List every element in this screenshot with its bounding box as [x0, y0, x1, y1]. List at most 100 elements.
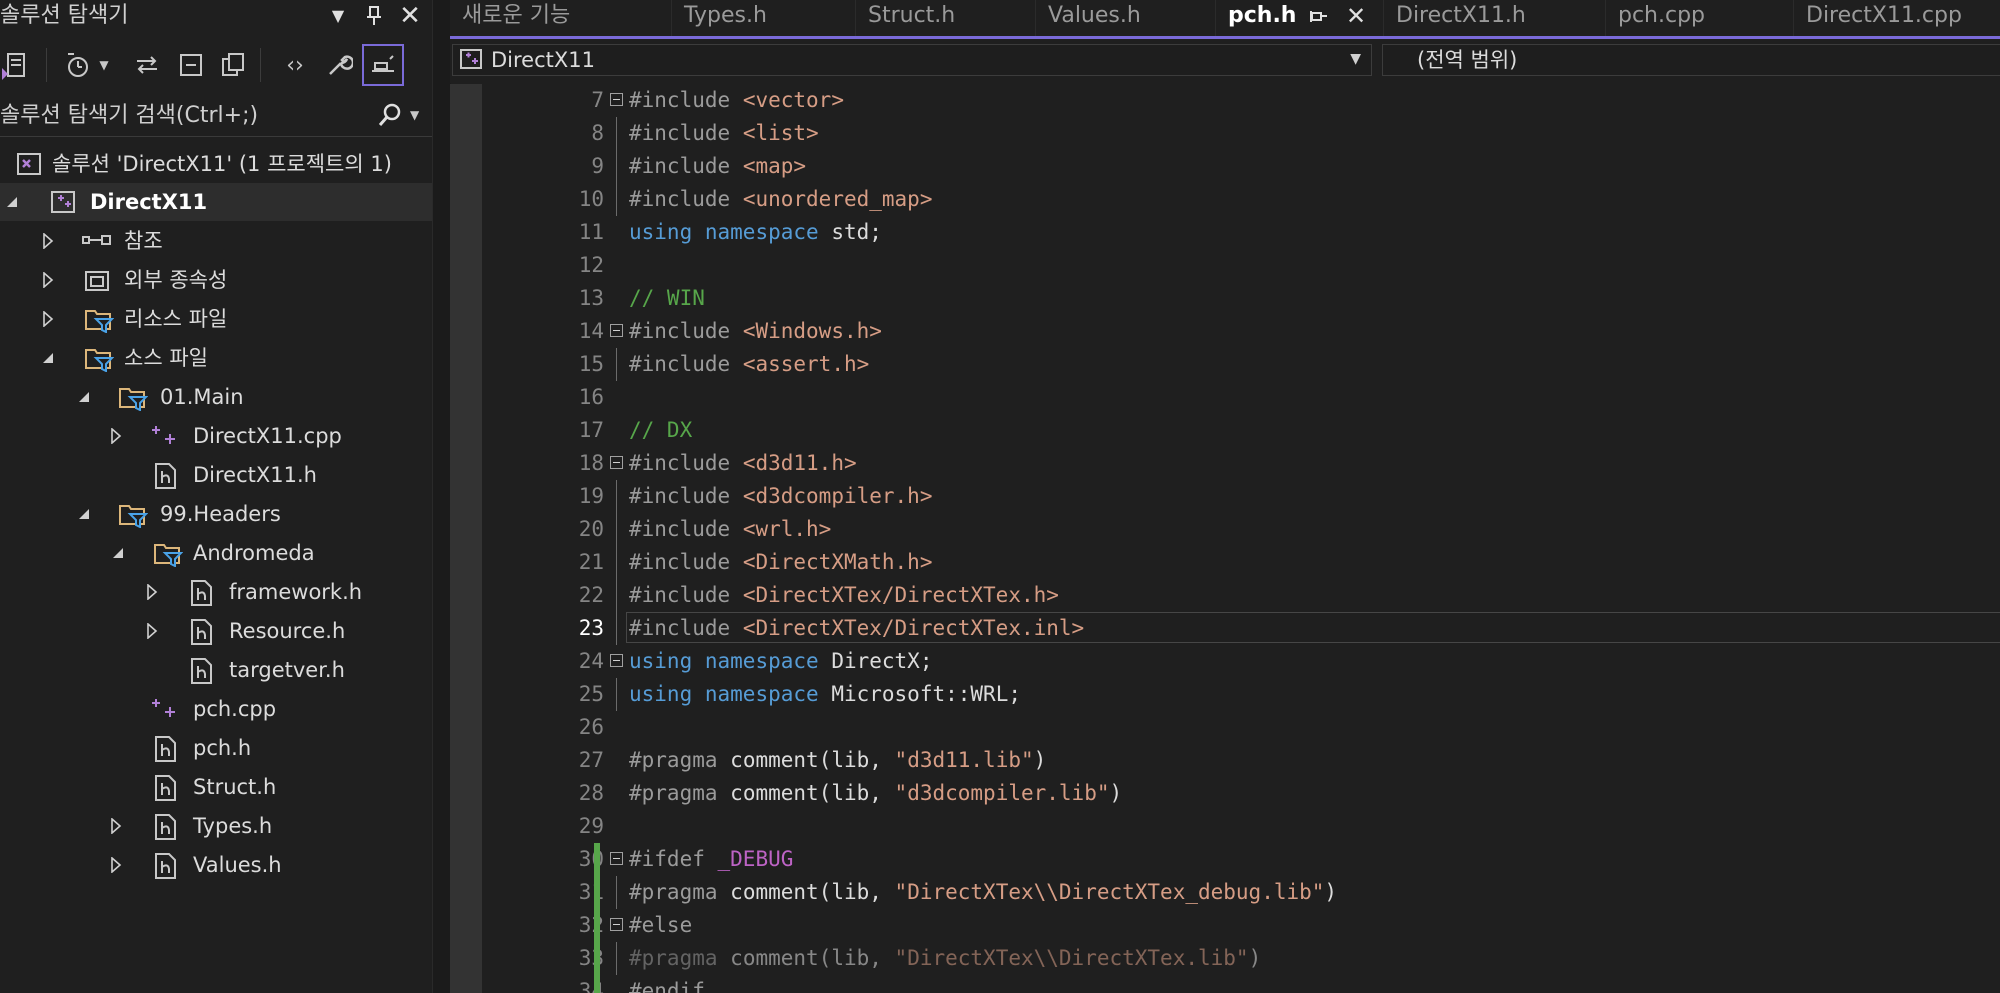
tree-item-headers-filter[interactable]: 99.Headers: [0, 495, 432, 533]
expanded-arrow-icon[interactable]: [108, 534, 128, 572]
code-line[interactable]: 34 #endif: [450, 975, 2000, 993]
tab-values-h[interactable]: Values.h: [1036, 0, 1216, 36]
tree-item-resource-h[interactable]: Resource.h: [0, 612, 432, 650]
tree-item-solution[interactable]: 솔루션 'DirectX11' (1 프로젝트의 1): [0, 145, 432, 183]
collapsed-arrow-icon[interactable]: [106, 417, 126, 455]
expanded-arrow-icon[interactable]: [74, 495, 94, 533]
code-line[interactable]: 13 // WIN: [450, 282, 2000, 315]
code-line[interactable]: 7 #include <vector>: [450, 84, 2000, 117]
scope-dropdown[interactable]: (전역 범위): [1382, 44, 2000, 76]
collapsed-arrow-icon[interactable]: [106, 846, 126, 884]
panel-splitter[interactable]: [432, 0, 451, 993]
search-icon[interactable]: [376, 102, 404, 134]
expanded-arrow-icon[interactable]: [2, 183, 22, 221]
tab-directx11-cpp[interactable]: DirectX11.cpp: [1794, 0, 2000, 36]
collapsed-arrow-icon[interactable]: [106, 807, 126, 845]
tab-pch-h[interactable]: pch.h ✕: [1216, 0, 1384, 36]
pin-icon[interactable]: [360, 0, 388, 32]
code-line[interactable]: 10 #include <unordered_map>: [450, 183, 2000, 216]
chevron-down-icon[interactable]: ▼: [94, 46, 114, 84]
tree-item-framework-h[interactable]: framework.h: [0, 573, 432, 611]
code-editor[interactable]: 7 #include <vector> 8 #include <list> 9 …: [450, 84, 2000, 993]
collapse-all-icon[interactable]: [172, 46, 210, 84]
collapse-region-icon[interactable]: [610, 324, 623, 337]
tree-item-external-deps[interactable]: 외부 종속성: [0, 261, 432, 299]
code-line[interactable]: 15 #include <assert.h>: [450, 348, 2000, 381]
code-line[interactable]: 16: [450, 381, 2000, 414]
code-line[interactable]: 28 #pragma comment(lib, "d3dcompiler.lib…: [450, 777, 2000, 810]
collapsed-arrow-icon[interactable]: [38, 300, 58, 338]
cpp-file-icon: [152, 697, 178, 721]
tree-item-directx11-h[interactable]: DirectX11.h: [0, 456, 432, 494]
code-line[interactable]: 11 using namespace std;: [450, 216, 2000, 249]
tab-directx11-h[interactable]: DirectX11.h: [1384, 0, 1606, 36]
code-line[interactable]: 21 #include <DirectXMath.h>: [450, 546, 2000, 579]
properties-wrench-icon[interactable]: [320, 46, 358, 84]
tree-item-andromeda-filter[interactable]: Andromeda: [0, 534, 432, 572]
tree-item-main-filter[interactable]: 01.Main: [0, 378, 432, 416]
view-code-icon[interactable]: ‹›: [276, 46, 314, 84]
tree-item-directx11-cpp[interactable]: DirectX11.cpp: [0, 417, 432, 455]
tab-types-h[interactable]: Types.h: [672, 0, 856, 36]
collapsed-arrow-icon[interactable]: [142, 612, 162, 650]
search-options-chevron-icon[interactable]: ▼: [410, 108, 419, 122]
code-line[interactable]: 27 #pragma comment(lib, "d3d11.lib"): [450, 744, 2000, 777]
tree-item-pch-cpp[interactable]: pch.cpp: [0, 690, 432, 728]
switch-views-icon[interactable]: [0, 46, 34, 84]
tab-pch-cpp[interactable]: pch.cpp: [1606, 0, 1794, 36]
line-number: 34: [578, 979, 604, 993]
window-position-dropdown-icon[interactable]: ▼: [324, 0, 352, 32]
collapse-region-icon[interactable]: [610, 456, 623, 469]
pending-changes-filter-icon[interactable]: [58, 46, 96, 84]
code-line[interactable]: 17 // DX: [450, 414, 2000, 447]
tree-item-source-files[interactable]: 소스 파일: [0, 339, 432, 377]
header-file-icon: [154, 463, 180, 489]
sync-active-document-icon[interactable]: [128, 46, 166, 84]
close-panel-icon[interactable]: ✕: [396, 0, 424, 32]
collapse-region-icon[interactable]: [610, 918, 623, 931]
code-line[interactable]: 29: [450, 810, 2000, 843]
code-line[interactable]: 18 #include <d3d11.h>: [450, 447, 2000, 480]
expanded-arrow-icon[interactable]: [74, 378, 94, 416]
line-number: 21: [578, 550, 604, 574]
solution-explorer-search-box[interactable]: 솔루션 탐색기 검색(Ctrl+;) ▼: [0, 96, 432, 137]
close-tab-icon[interactable]: ✕: [1346, 0, 1366, 32]
tree-item-resource-files[interactable]: 리소스 파일: [0, 300, 432, 338]
tab-struct-h[interactable]: Struct.h: [856, 0, 1036, 36]
code-line[interactable]: 8 #include <list>: [450, 117, 2000, 150]
code-line[interactable]: 20 #include <wrl.h>: [450, 513, 2000, 546]
collapsed-arrow-icon[interactable]: [38, 222, 58, 260]
tree-item-struct-h[interactable]: Struct.h: [0, 768, 432, 806]
collapsed-arrow-icon[interactable]: [38, 261, 58, 299]
code-line[interactable]: 30 #ifdef _DEBUG: [450, 843, 2000, 876]
code-line[interactable]: 33 #pragma comment(lib, "DirectXTex\\Dir…: [450, 942, 2000, 975]
code-line[interactable]: 12: [450, 249, 2000, 282]
collapsed-arrow-icon[interactable]: [142, 573, 162, 611]
code-line[interactable]: 25 using namespace Microsoft::WRL;: [450, 678, 2000, 711]
code-line[interactable]: 14 #include <Windows.h>: [450, 315, 2000, 348]
code-line[interactable]: 22 #include <DirectXTex/DirectXTex.h>: [450, 579, 2000, 612]
tab-whats-new[interactable]: 새로운 기능: [450, 0, 672, 36]
collapse-region-icon[interactable]: [610, 93, 623, 106]
preview-selected-items-icon[interactable]: [362, 44, 404, 86]
tree-item-project[interactable]: DirectX11: [0, 183, 432, 221]
collapse-region-icon[interactable]: [610, 852, 623, 865]
current-code-line[interactable]: 23 #include <DirectXTex/DirectXTex.inl>: [450, 612, 2000, 645]
code-line[interactable]: 32 #else: [450, 909, 2000, 942]
code-line[interactable]: 19 #include <d3dcompiler.h>: [450, 480, 2000, 513]
tree-item-types-h[interactable]: Types.h: [0, 807, 432, 845]
tree-item-pch-h[interactable]: pch.h: [0, 729, 432, 767]
tree-item-values-h[interactable]: Values.h: [0, 846, 432, 884]
project-dropdown[interactable]: DirectX11 ▼: [452, 44, 1372, 76]
pin-tab-icon[interactable]: [1310, 0, 1328, 34]
code-line[interactable]: 26: [450, 711, 2000, 744]
code-line[interactable]: 9 #include <map>: [450, 150, 2000, 183]
tree-item-references[interactable]: 참조: [0, 222, 432, 260]
code-line[interactable]: 31 #pragma comment(lib, "DirectXTex\\Dir…: [450, 876, 2000, 909]
collapse-region-icon[interactable]: [610, 654, 623, 667]
expanded-arrow-icon[interactable]: [38, 339, 58, 377]
show-all-files-icon[interactable]: [214, 46, 252, 84]
tree-item-label: Types.h: [193, 814, 273, 838]
code-line[interactable]: 24 using namespace DirectX;: [450, 645, 2000, 678]
tree-item-targetver-h[interactable]: targetver.h: [0, 651, 432, 689]
